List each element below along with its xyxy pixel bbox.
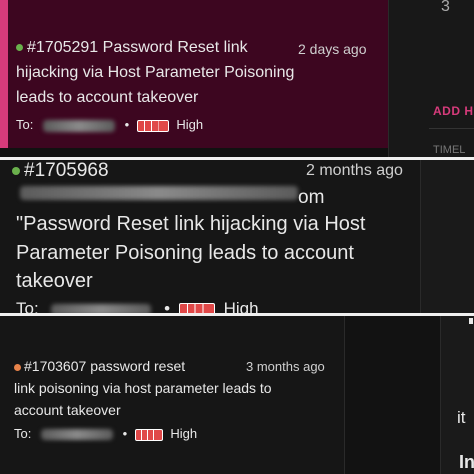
side-text: In (459, 452, 474, 472)
status-dot-icon (12, 166, 20, 175)
severity-meter-icon (136, 119, 169, 132)
report-title[interactable]: Password Reset link (103, 39, 248, 56)
severity-label: High (176, 117, 204, 132)
severity-label: High (170, 426, 198, 441)
report-age: 3 months ago (246, 359, 325, 374)
report-age: 2 days ago (298, 41, 367, 57)
redacted-recipient (40, 429, 113, 441)
severity-meter-icon (134, 428, 163, 441)
separator-bullet: • (122, 426, 128, 441)
screenshot-panel-2: #1705968 2 months ago om "Password Reset… (0, 160, 474, 313)
report-title-continued[interactable]: account takeover (14, 402, 121, 418)
report-title-continued[interactable]: hijacking via Host Parameter Poisoning (16, 64, 294, 82)
right-sidebar (420, 160, 474, 313)
to-label: To: (16, 117, 34, 132)
redacted-text (20, 186, 298, 200)
scroll-indicator-icon (469, 318, 473, 324)
report-title-continued[interactable]: link poisoning via host parameter leads … (14, 380, 272, 396)
to-label: To: (14, 426, 32, 441)
report-id: #1703607 (24, 358, 87, 374)
separator-bullet: • (124, 117, 130, 132)
right-sidebar: it In (440, 316, 474, 474)
screenshot-panel-1: #1705291 Password Reset link 2 days ago … (0, 0, 474, 157)
screenshot-panel-3: #1703607 password reset 3 months ago lin… (0, 316, 474, 474)
report-title[interactable]: "Password Reset link hijacking via Host (16, 213, 365, 236)
report-card[interactable]: #1703607 password reset 3 months ago lin… (0, 316, 345, 474)
report-id: #1705968 (24, 160, 109, 181)
status-dot-icon (14, 363, 21, 371)
to-label: To: (16, 299, 39, 313)
report-title-continued[interactable]: takeover (16, 270, 93, 293)
side-text: it (457, 408, 466, 427)
partial-text: om (298, 187, 325, 208)
severity-label: High (223, 299, 259, 313)
report-card[interactable]: #1705291 Password Reset link 2 days ago … (0, 0, 388, 148)
report-title-continued[interactable]: Parameter Poisoning leads to account (16, 242, 354, 265)
right-sidebar: 3 ADD H TIMEL (388, 0, 474, 157)
add-button[interactable]: ADD H (433, 104, 474, 118)
redacted-recipient (51, 303, 152, 313)
report-age: 2 months ago (306, 162, 403, 179)
status-dot-icon (16, 44, 23, 52)
redacted-recipient (42, 119, 115, 132)
report-card[interactable]: #1705968 2 months ago om "Password Reset… (0, 160, 420, 313)
report-title-continued[interactable]: leads to account takeover (16, 89, 198, 107)
report-id: #1705291 (27, 39, 99, 56)
timeline-heading: TIMEL (433, 144, 466, 156)
separator-bullet: • (164, 299, 171, 313)
report-title[interactable]: password reset (90, 358, 185, 374)
severity-meter-icon (178, 302, 215, 313)
sidebar-count: 3 (441, 0, 450, 15)
